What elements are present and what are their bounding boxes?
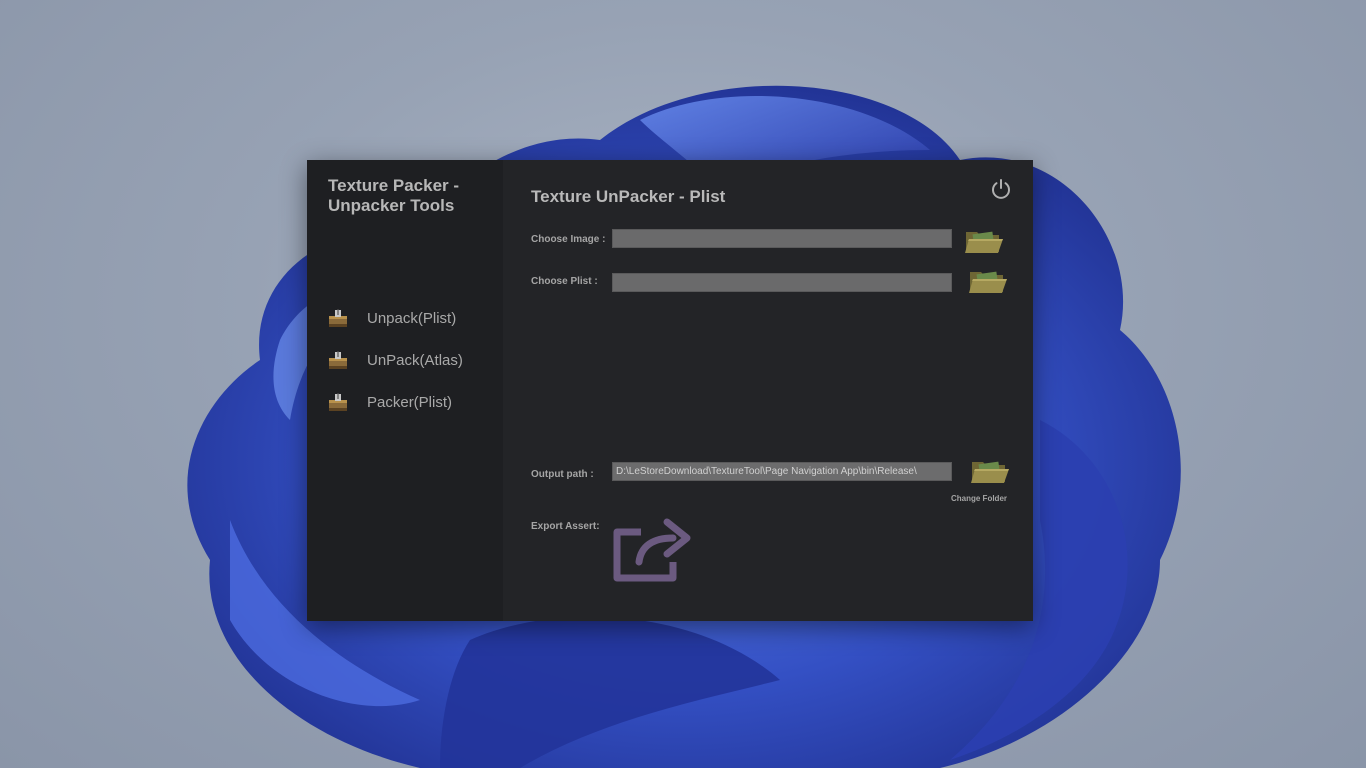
nav-item-unpack-plist[interactable]: Unpack(Plist) <box>327 304 497 332</box>
archive-box-icon <box>329 351 347 369</box>
app-title: Texture Packer - Unpacker Tools <box>328 176 460 215</box>
archive-box-icon <box>329 309 347 327</box>
main-panel: Texture UnPacker - Plist Choose Image : … <box>503 160 1033 621</box>
open-folder-icon[interactable] <box>963 226 1005 256</box>
nav-item-packer-plist[interactable]: Packer(Plist) <box>327 388 497 416</box>
choose-plist-label: Choose Plist : <box>531 276 598 287</box>
choose-image-field[interactable] <box>612 229 952 248</box>
choose-image-label: Choose Image : <box>531 234 606 245</box>
output-path-field[interactable]: D:\LeStoreDownload\TextureTool\Page Navi… <box>612 462 952 481</box>
nav-item-label: UnPack(Atlas) <box>367 351 463 369</box>
output-path-label: Output path : <box>531 469 594 480</box>
open-folder-icon[interactable] <box>967 266 1009 296</box>
nav-item-unpack-atlas[interactable]: UnPack(Atlas) <box>327 346 497 374</box>
open-folder-icon[interactable] <box>969 456 1011 486</box>
choose-plist-field[interactable] <box>612 273 952 292</box>
sidebar: Texture Packer - Unpacker Tools Unpack(P… <box>307 160 503 621</box>
nav-item-label: Packer(Plist) <box>367 393 453 411</box>
change-folder-link[interactable]: Change Folder <box>951 494 1007 503</box>
app-window: Texture Packer - Unpacker Tools Unpack(P… <box>307 160 1033 621</box>
nav-item-label: Unpack(Plist) <box>367 309 457 327</box>
power-icon[interactable] <box>989 177 1013 201</box>
share-export-icon[interactable] <box>611 510 693 584</box>
export-label: Export Assert: <box>531 521 600 532</box>
archive-box-icon <box>329 393 347 411</box>
page-title: Texture UnPacker - Plist <box>531 187 726 206</box>
